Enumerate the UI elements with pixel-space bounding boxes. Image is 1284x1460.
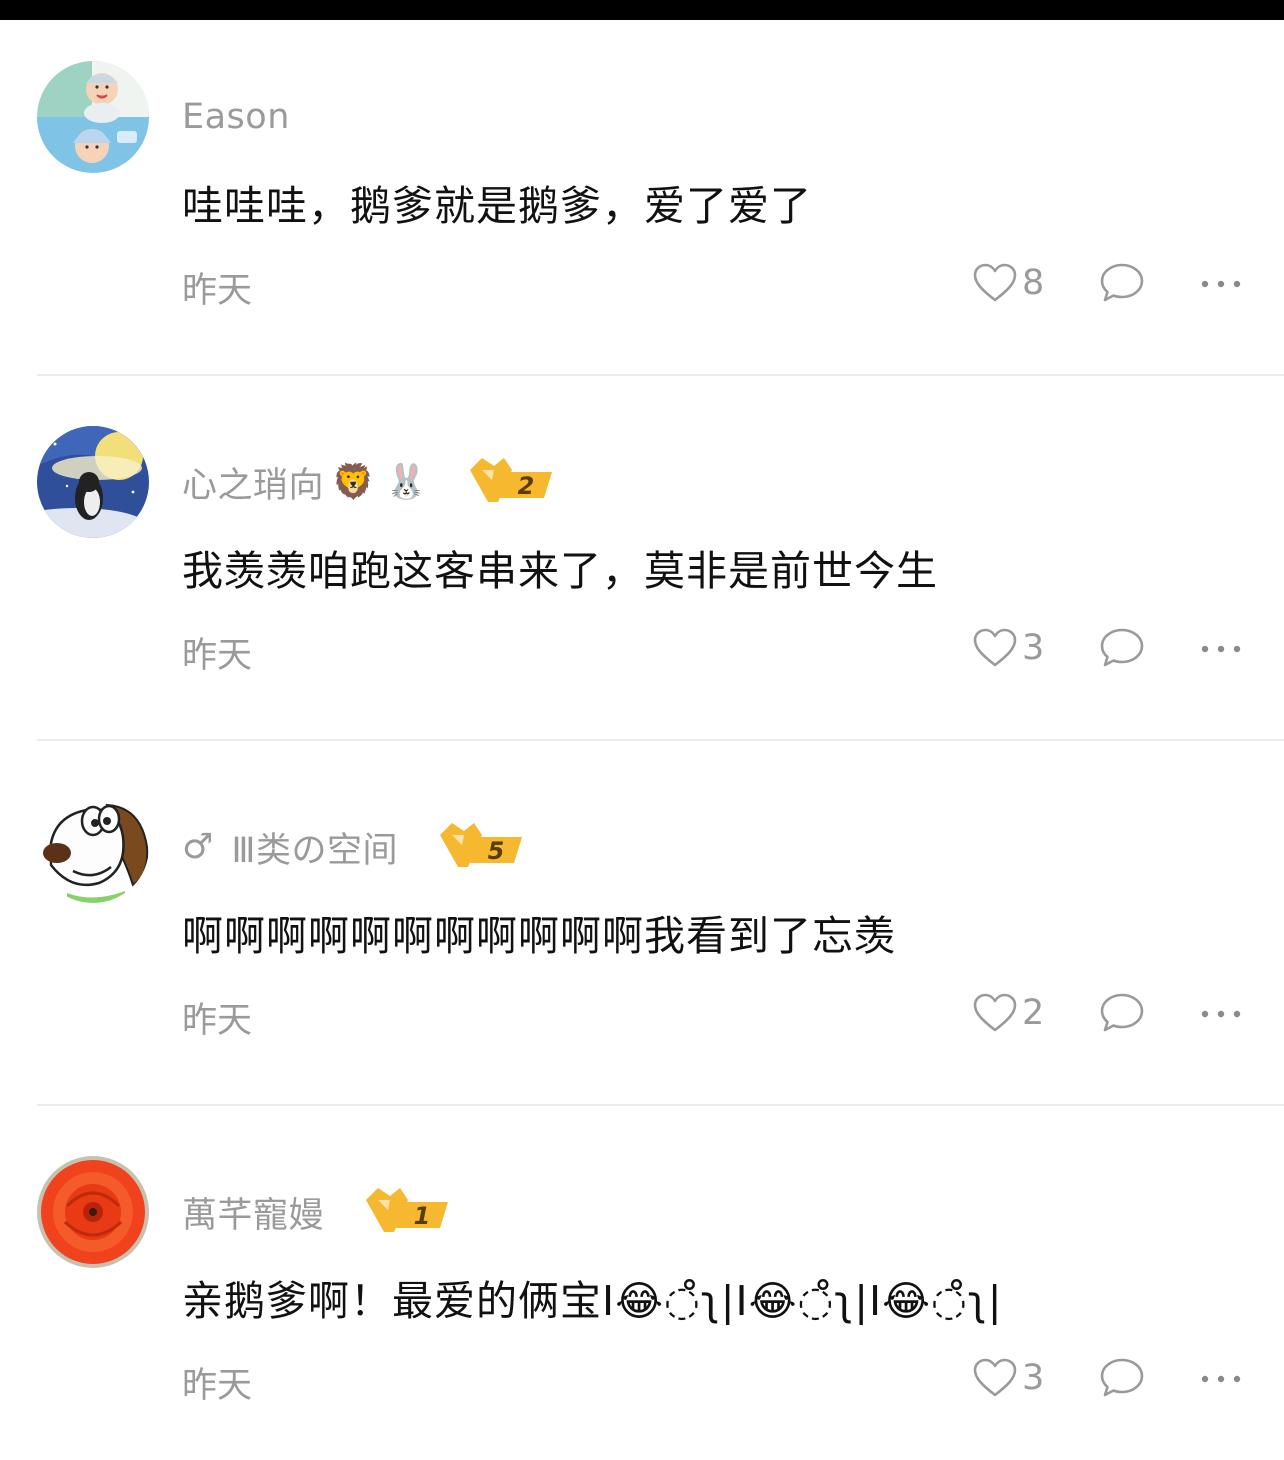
user-name[interactable]: Eason: [182, 97, 290, 137]
reply-button[interactable]: [1099, 991, 1145, 1035]
like-count: 2: [1022, 993, 1045, 1033]
vip-badge-icon: 2: [469, 458, 552, 502]
comment-bubble-icon: [1100, 1358, 1144, 1397]
night-sky-penguin-avatar-icon: [37, 426, 149, 538]
comment-text: 啊啊啊啊啊啊啊啊啊啊啊我看到了忘羡: [182, 912, 896, 960]
comment-time: 昨天: [182, 636, 253, 676]
more-button[interactable]: [1198, 1000, 1244, 1028]
more-button[interactable]: [1198, 1365, 1244, 1393]
user-name[interactable]: Ⅲ类の空间: [231, 822, 398, 873]
like-button[interactable]: 3: [972, 623, 1044, 673]
vip-badge-icon: 1: [366, 1188, 449, 1232]
reply-button[interactable]: [1099, 1356, 1145, 1400]
name-row: ♂ Ⅲ类の空间 5: [182, 822, 524, 872]
more-dots-icon: [1201, 1375, 1241, 1383]
comment-time: 昨天: [182, 1001, 253, 1041]
more-button[interactable]: [1198, 635, 1244, 663]
heart-icon: [973, 263, 1017, 302]
comment-item: ♂ Ⅲ类の空间 5 啊啊啊啊啊啊啊啊啊啊啊我看到了忘羡 昨天 2: [0, 730, 1284, 1095]
comment-bubble-icon: [1100, 993, 1144, 1032]
like-count: 3: [1022, 1358, 1045, 1398]
comment-text: 哇哇哇，鹅爹就是鹅爹，爱了爱了: [182, 182, 812, 230]
comment-bubble-icon: [1100, 263, 1144, 302]
name-row: Eason: [182, 92, 290, 142]
comment-time: 昨天: [182, 271, 253, 311]
reply-button[interactable]: [1099, 626, 1145, 670]
heart-icon: [973, 993, 1017, 1032]
more-dots-icon: [1201, 1010, 1241, 1018]
vip-badge: 2: [468, 454, 554, 510]
avatar[interactable]: [37, 61, 149, 173]
comment-text: 亲鹅爹啊！最爱的俩宝Ι😂◌̊ʅ|Ι😂◌̊ʅ|Ι😂◌̊ʅ|: [182, 1277, 1003, 1325]
user-name[interactable]: 心之琑向: [182, 457, 324, 508]
comment-bubble-icon: [1100, 628, 1144, 667]
more-dots-icon: [1201, 280, 1241, 288]
avatar[interactable]: [37, 426, 149, 538]
like-count: 8: [1022, 263, 1045, 303]
like-button[interactable]: 8: [972, 258, 1044, 308]
male-gender-icon: ♂: [182, 827, 214, 867]
user-name[interactable]: 萬芊寵嫚: [182, 1187, 324, 1238]
vip-level: 1: [414, 1202, 431, 1230]
heart-icon: [973, 1358, 1017, 1397]
like-count: 3: [1022, 628, 1045, 668]
name-row: 心之琑向 🦁 🐰 2: [182, 457, 554, 507]
vip-level: 2: [517, 472, 534, 500]
comment-item: 萬芊寵嫚 1 亲鹅爹啊！最爱的俩宝Ι😂◌̊ʅ|Ι😂◌̊ʅ|Ι😂◌̊ʅ| 昨天 3: [0, 1095, 1284, 1460]
heart-icon: [973, 628, 1017, 667]
name-emoji: 🦁 🐰: [332, 462, 428, 502]
reply-button[interactable]: [1099, 261, 1145, 305]
comment-time: 昨天: [182, 1366, 253, 1406]
comment-text: 我羡羡咱跑这客串来了，莫非是前世今生: [182, 547, 938, 595]
vip-badge: 5: [438, 819, 524, 875]
more-dots-icon: [1201, 645, 1241, 653]
comment-item: Eason 哇哇哇，鹅爹就是鹅爹，爱了爱了 昨天 8: [0, 0, 1284, 365]
vip-badge-icon: 5: [440, 823, 523, 867]
avatar[interactable]: [37, 791, 149, 903]
avatar[interactable]: [37, 1156, 149, 1268]
comment-item: 心之琑向 🦁 🐰 2 我羡羡咱跑这客串来了，莫非是前世今生 昨天 3: [0, 365, 1284, 730]
vip-badge: 1: [364, 1184, 450, 1240]
vip-level: 5: [488, 837, 505, 865]
like-button[interactable]: 3: [972, 1353, 1044, 1403]
like-button[interactable]: 2: [972, 988, 1044, 1038]
name-row: 萬芊寵嫚 1: [182, 1187, 450, 1237]
more-button[interactable]: [1198, 270, 1244, 298]
cartoon-dog-avatar-icon: [37, 791, 149, 903]
orange-flower-avatar-icon: [37, 1156, 149, 1268]
baby-photo-avatar-icon: [37, 61, 149, 173]
